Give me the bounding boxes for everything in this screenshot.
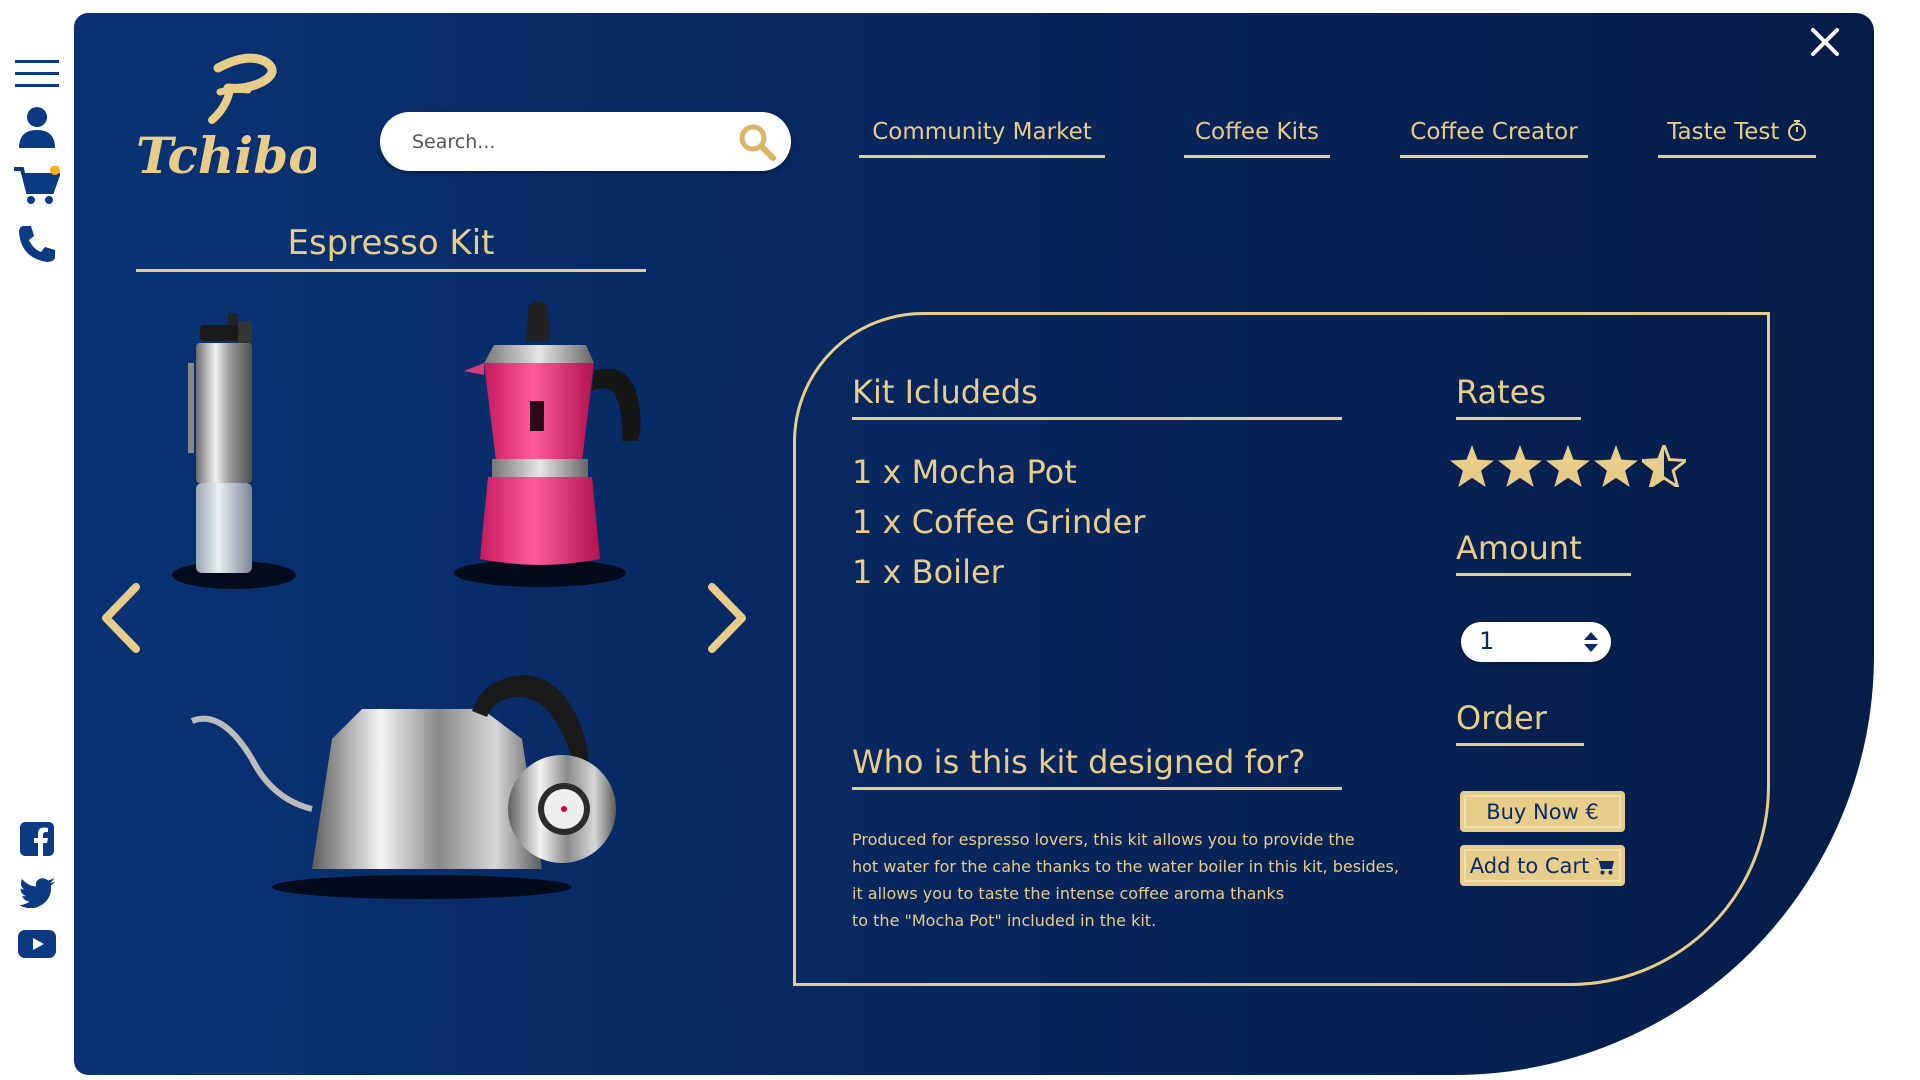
buy-now-button[interactable]: Buy Now € [1460,791,1625,832]
star-half-icon [1642,445,1686,487]
search-input[interactable] [410,126,714,158]
sidebar-top [12,60,62,264]
description-line: to the "Mocha Pot" included in the kit. [852,911,1157,930]
svg-text:Tchibo: Tchibo [136,126,316,185]
add-to-cart-button[interactable]: Add to Cart [1460,845,1625,886]
gallery-prev-icon[interactable] [100,583,140,657]
star-full-icon [1450,445,1494,487]
kit-details-card: Kit Icludeds 1 x Mocha Pot 1 x Coffee Gr… [793,312,1770,986]
kit-includes-title: Kit Icludeds [852,373,1342,420]
kit-title: Espresso Kit [136,223,646,272]
menu-icon[interactable] [15,60,59,88]
amount-title: Amount [1456,529,1631,576]
stepper-arrows-icon[interactable] [1583,631,1599,653]
mocha-pot-image [454,301,664,595]
kit-items-list: 1 x Mocha Pot 1 x Coffee Grinder 1 x Boi… [852,447,1145,597]
list-item: 1 x Boiler [852,553,1004,591]
nav-coffee-creator[interactable]: Coffee Creator [1400,119,1588,158]
star-full-icon [1546,445,1590,487]
quantity-stepper[interactable]: 1 [1461,622,1611,662]
sidebar-social [12,822,62,958]
rating-stars[interactable] [1450,445,1686,487]
nav-community-market[interactable]: Community Market [859,119,1105,158]
search-bar [380,112,791,171]
cart-icon[interactable] [14,166,60,206]
nav-taste-test-label: Taste Test [1667,119,1780,145]
facebook-icon[interactable] [20,822,54,856]
search-icon[interactable] [737,122,777,166]
youtube-icon[interactable] [18,930,56,958]
coffee-grinder-image [170,303,300,597]
description-line: it allows you to taste the intense coffe… [852,884,1285,903]
gallery-next-icon[interactable] [708,583,748,657]
nav-taste-test[interactable]: Taste Test [1658,119,1816,158]
stopwatch-icon [1787,120,1806,141]
tchibo-logo[interactable]: Tchibo [130,48,322,188]
star-full-icon [1498,445,1542,487]
close-icon[interactable] [1810,27,1840,61]
add-to-cart-label: Add to Cart [1469,853,1590,878]
kit-description: Produced for espresso lovers, this kit a… [852,826,1442,934]
description-line: hot water for the cahe thanks to the wat… [852,857,1399,876]
quantity-value: 1 [1479,627,1495,655]
list-item: 1 x Mocha Pot [852,453,1077,491]
kettle-image [182,669,652,903]
twitter-icon[interactable] [19,878,55,908]
nav-coffee-kits[interactable]: Coffee Kits [1184,119,1330,158]
phone-icon[interactable] [17,224,57,264]
main-panel: Tchibo Community Market Coffee Kits Coff… [74,13,1874,1075]
star-full-icon [1594,445,1638,487]
list-item: 1 x Coffee Grinder [852,503,1146,541]
description-line: Produced for espresso lovers, this kit a… [852,830,1355,849]
order-title: Order [1456,699,1584,746]
rates-title: Rates [1456,373,1581,420]
user-icon[interactable] [17,106,57,148]
target-audience-title: Who is this kit designed for? [852,743,1342,790]
cart-icon [1595,857,1615,874]
